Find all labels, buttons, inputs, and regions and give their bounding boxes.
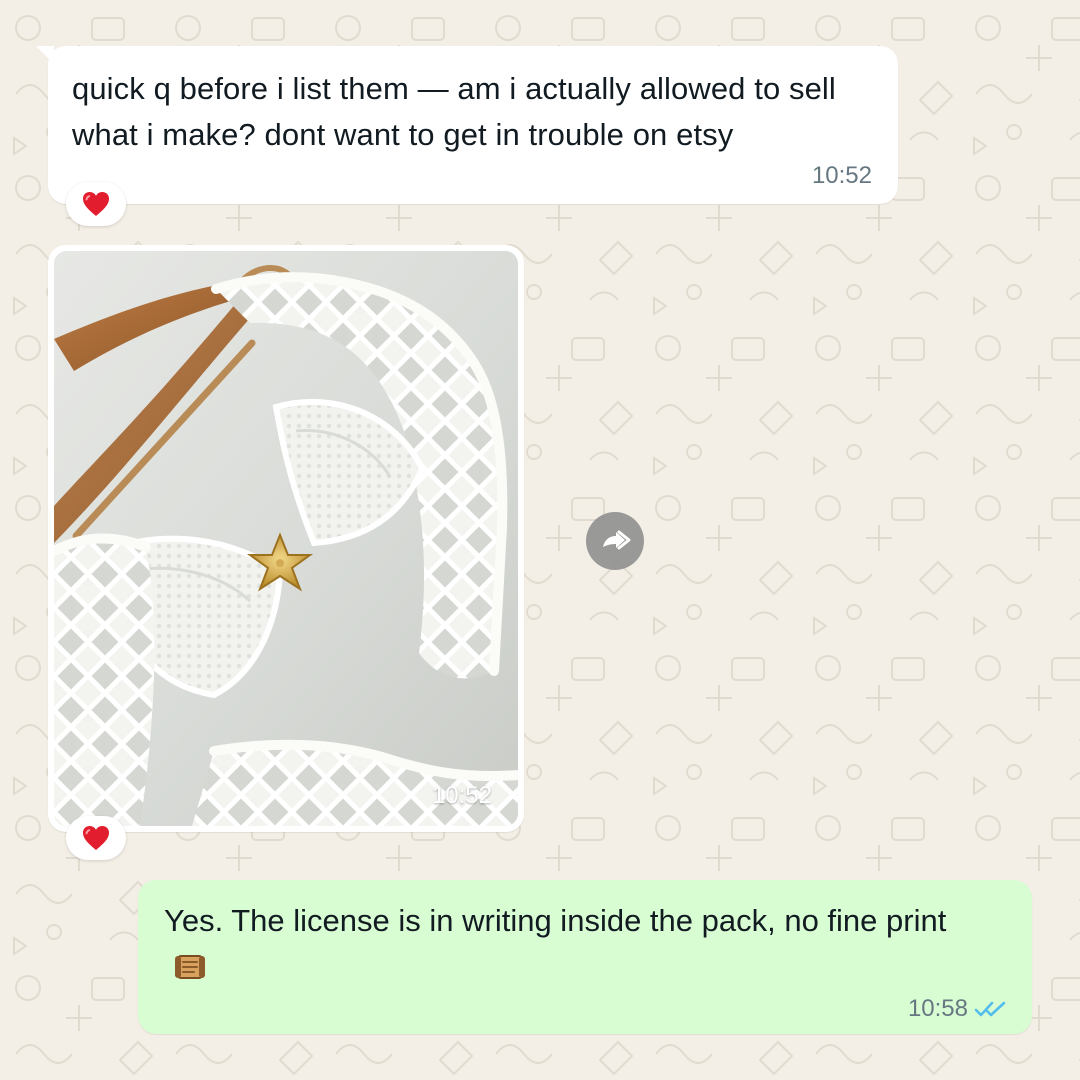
crochet-top-image	[54, 251, 518, 826]
forward-button[interactable]	[586, 512, 644, 570]
message-content: Yes. The license is in writing inside th…	[164, 898, 984, 990]
crochet-bikini-photo[interactable]: 10:52	[54, 251, 518, 826]
scroll-icon	[175, 955, 205, 979]
heart-reaction[interactable]	[66, 816, 126, 860]
outgoing-text-message[interactable]: Yes. The license is in writing inside th…	[138, 880, 1032, 1034]
heart-icon	[83, 192, 109, 216]
forward-icon	[603, 530, 631, 550]
message-text: quick q before i list them — am i actual…	[72, 71, 836, 152]
message-text: Yes. The license is in writing inside th…	[164, 903, 947, 938]
message-tail	[36, 46, 54, 64]
heart-icon	[83, 826, 109, 850]
incoming-photo-message[interactable]: 10:52	[48, 245, 524, 832]
photo-time: 10:52	[431, 782, 492, 809]
message-time: 10:52	[811, 162, 872, 189]
message-time: 10:58	[907, 995, 968, 1022]
double-check-icon	[974, 1001, 1006, 1017]
incoming-text-message[interactable]: quick q before i list them — am i actual…	[36, 46, 898, 204]
message-meta: 10:58	[908, 997, 1008, 1021]
heart-reaction[interactable]	[66, 182, 126, 226]
